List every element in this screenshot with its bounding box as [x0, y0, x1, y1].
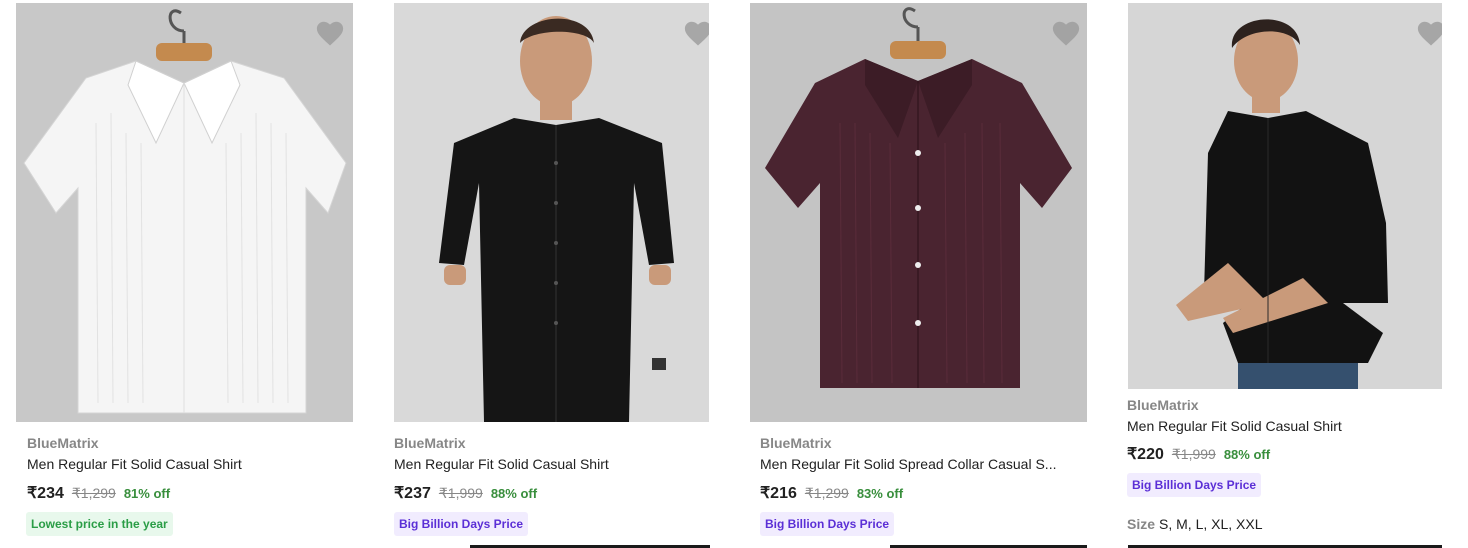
product-price: ₹234 [27, 485, 64, 502]
size-label: Size [1127, 516, 1156, 532]
size-options: Size S, M, L, XL, XXL [1127, 516, 1263, 532]
product-price: ₹216 [760, 485, 797, 502]
product-price: ₹237 [394, 485, 431, 502]
product-title[interactable]: Men Regular Fit Solid Casual Shirt [394, 456, 709, 472]
product-mrp: ₹1,999 [438, 485, 483, 501]
product-brand: BlueMatrix [27, 435, 99, 451]
offer-badge: Big Billion Days Price [1127, 473, 1262, 497]
product-discount: 83% off [856, 486, 904, 501]
heart-icon[interactable] [683, 19, 709, 47]
product-discount: 81% off [123, 486, 171, 501]
product-image[interactable] [394, 3, 709, 422]
product-mrp: ₹1,299 [804, 485, 849, 501]
price-row: ₹216 ₹1,299 83% off [760, 483, 903, 503]
product-image[interactable] [750, 3, 1087, 422]
product-title[interactable]: Men Regular Fit Solid Spread Collar Casu… [760, 456, 1080, 472]
offer-badge: Big Billion Days Price [394, 512, 529, 536]
black-shirt-model-illustration [1128, 3, 1442, 389]
product-image[interactable] [16, 3, 353, 422]
heart-icon[interactable] [315, 19, 345, 47]
product-brand: BlueMatrix [760, 435, 832, 451]
product-mrp: ₹1,299 [71, 485, 116, 501]
product-brand: BlueMatrix [394, 435, 466, 451]
product-image[interactable] [1128, 3, 1442, 389]
offer-badge: Lowest price in the year [26, 512, 173, 536]
white-shirt-illustration [16, 3, 353, 422]
product-title[interactable]: Men Regular Fit Solid Casual Shirt [27, 456, 347, 472]
product-title[interactable]: Men Regular Fit Solid Casual Shirt [1127, 418, 1442, 434]
price-row: ₹234 ₹1,299 81% off [27, 483, 170, 503]
price-row: ₹220 ₹1,999 88% off [1127, 444, 1270, 464]
product-brand: BlueMatrix [1127, 397, 1199, 413]
black-shirt-model-illustration [394, 3, 709, 422]
product-mrp: ₹1,999 [1171, 446, 1216, 462]
offer-badge: Big Billion Days Price [760, 512, 895, 536]
heart-icon[interactable] [1051, 19, 1081, 47]
product-discount: 88% off [490, 486, 538, 501]
maroon-shirt-illustration [750, 3, 1087, 422]
product-price: ₹220 [1127, 446, 1164, 463]
heart-icon[interactable] [1416, 19, 1442, 47]
price-row: ₹237 ₹1,999 88% off [394, 483, 537, 503]
product-discount: 88% off [1223, 447, 1271, 462]
size-values: S, M, L, XL, XXL [1159, 516, 1263, 532]
